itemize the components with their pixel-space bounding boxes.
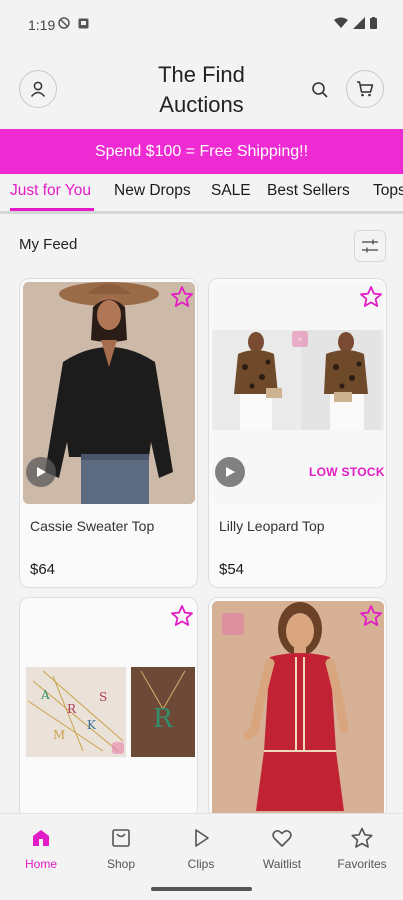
home-icon [33, 830, 49, 846]
active-tab-indicator [10, 208, 94, 211]
nav-waitlist[interactable]: Waitlist [242, 826, 322, 878]
tab-just-for-you[interactable]: Just for You [10, 182, 91, 200]
product-card[interactable]: Cassie Sweater Top $64 [19, 278, 198, 588]
feed-title: My Feed [19, 236, 78, 253]
heart-icon [272, 830, 292, 847]
favorite-star-icon[interactable] [359, 604, 383, 628]
search-button[interactable] [308, 78, 332, 102]
nav-label: Favorites [337, 857, 387, 871]
brand-tag-icon [112, 742, 124, 754]
product-price: $64 [30, 561, 56, 578]
do-not-disturb-icon [58, 17, 70, 29]
battery-icon [370, 17, 377, 29]
play-video-button[interactable] [215, 457, 245, 487]
category-tabs: Just for You New Drops SALE Best Sellers… [0, 174, 403, 214]
app-header: The Find Auctions [0, 52, 403, 128]
bottom-navigation: Home Shop Clips Waitlist Favorites [0, 813, 403, 900]
product-card[interactable] [208, 597, 387, 819]
brand-tag-icon: ▫ [292, 331, 308, 347]
svg-text:A: A [40, 688, 50, 702]
low-stock-badge: LOW STOCK [309, 465, 385, 479]
favorite-star-icon[interactable] [170, 285, 194, 309]
tab-best-sellers[interactable]: Best Sellers [267, 182, 350, 200]
brand-logo[interactable]: The Find Auctions [120, 60, 283, 120]
star-icon [351, 827, 373, 848]
play-icon [195, 829, 209, 847]
svg-text:M: M [53, 728, 65, 742]
sliders-icon [362, 239, 378, 253]
product-name[interactable]: Cassie Sweater Top [30, 518, 154, 534]
tab-sale[interactable]: SALE [211, 182, 251, 200]
favorite-star-icon[interactable] [359, 285, 383, 309]
play-icon [226, 467, 235, 477]
svg-text:S: S [99, 690, 107, 704]
play-icon [37, 467, 46, 477]
product-card[interactable]: ▫ LOW STOCK Lilly Leopard Top $54 [208, 278, 387, 588]
product-price: $54 [219, 561, 245, 578]
shop-icon [112, 829, 130, 847]
nav-favorites[interactable]: Favorites [322, 826, 402, 878]
svg-text:R: R [67, 702, 77, 716]
product-photo: A R K M S R [23, 601, 195, 817]
wifi-icon [334, 17, 348, 28]
nav-label: Home [24, 857, 57, 871]
product-name[interactable]: Lilly Leopard Top [219, 518, 325, 534]
svg-text:R: R [153, 704, 174, 734]
user-icon [30, 81, 46, 97]
product-image[interactable]: A R K M S R [23, 601, 195, 817]
tab-new-drops[interactable]: New Drops [114, 182, 191, 200]
gesture-home-indicator[interactable] [151, 887, 252, 891]
brand-tag-icon [222, 613, 244, 635]
account-button[interactable] [19, 70, 57, 108]
cart-icon [357, 81, 374, 97]
nav-clips[interactable]: Clips [161, 826, 241, 878]
nav-label: Clips [187, 857, 215, 871]
product-card[interactable]: A R K M S R [19, 597, 198, 819]
status-bar: 1:19 [0, 0, 403, 50]
tab-tops[interactable]: Tops [373, 182, 403, 200]
brand-line-2: Auctions [159, 92, 244, 117]
promo-banner[interactable]: Spend $100 = Free Shipping!! [0, 129, 403, 174]
play-video-button[interactable] [26, 457, 56, 487]
feed-header: My Feed [0, 228, 403, 262]
cart-button[interactable] [346, 70, 384, 108]
favorite-star-icon[interactable] [170, 604, 194, 628]
status-time: 1:19 [28, 17, 56, 33]
filter-button[interactable] [354, 230, 386, 262]
nav-label: Waitlist [262, 857, 302, 871]
nav-home[interactable]: Home [1, 826, 81, 878]
search-icon [312, 82, 328, 98]
nav-shop[interactable]: Shop [81, 826, 161, 878]
nav-label: Shop [106, 857, 136, 871]
brand-line-1: The Find [158, 62, 245, 87]
notification-app-icon [78, 18, 89, 28]
svg-text:K: K [87, 718, 97, 732]
signal-icon [353, 17, 365, 29]
